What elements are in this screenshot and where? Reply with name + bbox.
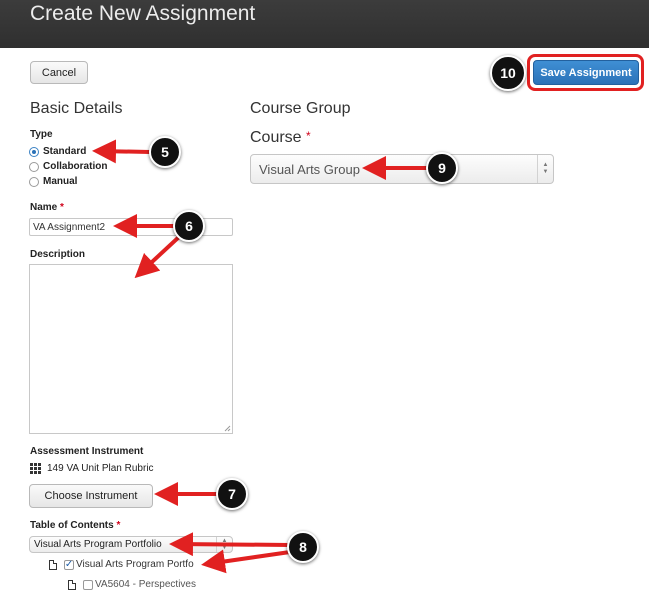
arrow-5 — [92, 139, 152, 164]
callout-7: 7 — [216, 478, 248, 510]
callout-10: 10 — [490, 55, 526, 91]
annotation-arrows — [92, 139, 430, 574]
arrow-6b — [134, 234, 182, 279]
callout-5: 5 — [149, 136, 181, 168]
arrow-8a — [169, 532, 292, 557]
arrow-8b — [201, 549, 292, 574]
callout-8: 8 — [287, 531, 319, 563]
callout-6: 6 — [173, 210, 205, 242]
callout-9: 9 — [426, 152, 458, 184]
